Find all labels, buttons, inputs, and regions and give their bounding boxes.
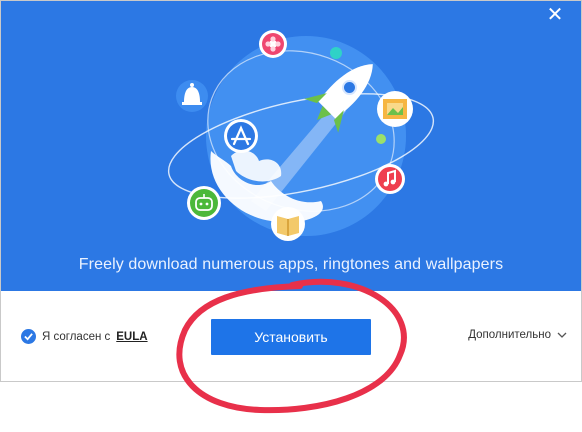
agree-label: Я согласен с — [42, 330, 111, 343]
more-options-button[interactable]: Дополнительно — [468, 329, 567, 341]
chevron-down-icon — [557, 329, 567, 341]
installer-window: ✕ Freely download numerous apps, rington… — [0, 0, 582, 382]
robot-icon — [187, 186, 221, 220]
tagline-text: Freely download numerous apps, ringtones… — [78, 256, 504, 273]
hero-banner: ✕ Freely download numerous apps, rington… — [1, 1, 581, 291]
agree-row: Я согласен с EULA — [21, 329, 148, 344]
app-store-icon — [224, 119, 258, 153]
hero-illustration — [167, 30, 435, 241]
decor-dot — [330, 47, 342, 59]
film-icon — [377, 91, 413, 127]
more-options-label: Дополнительно — [468, 329, 551, 341]
decor-dot — [376, 134, 386, 144]
flower-icon — [259, 30, 287, 58]
book-icon — [271, 207, 305, 241]
bell-icon — [176, 80, 208, 112]
music-icon — [375, 164, 405, 194]
checkmark-icon[interactable] — [21, 329, 36, 344]
installer-footer: Я согласен с EULA Установить Дополнитель… — [1, 291, 581, 381]
eula-link[interactable]: EULA — [116, 331, 147, 343]
install-button[interactable]: Установить — [211, 319, 371, 355]
